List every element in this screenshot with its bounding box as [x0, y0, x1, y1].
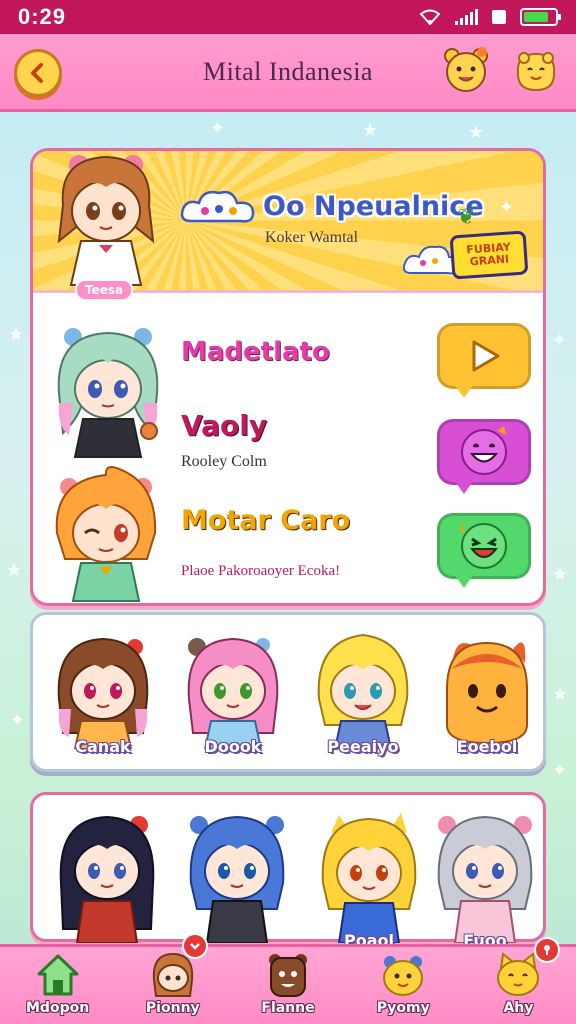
- nav-item-cat[interactable]: Ahy: [461, 937, 576, 1024]
- character-card[interactable]: Peeaiyo: [303, 629, 423, 769]
- chevron-down-icon: [190, 943, 201, 950]
- home-icon: [37, 954, 79, 996]
- main-menu-card: Teesa Oo Npeualnice Koker Wamtal FUBIAY …: [30, 148, 546, 606]
- app-header: Mital Indanesia: [0, 34, 576, 112]
- menu-row-motar-caro[interactable]: Motar Caro Plaoe Pakoroaoyer Ecoka!: [33, 466, 543, 602]
- status-time: 0:29: [18, 4, 67, 29]
- orange-hair-boy-avatar: [55, 466, 157, 602]
- bear-icon: [269, 954, 307, 997]
- status-icons: [419, 8, 561, 26]
- bear-mascot-icon[interactable]: [440, 44, 492, 96]
- sparkle-icon: ✦: [552, 760, 568, 781]
- sparkle-icon: ★: [8, 324, 25, 345]
- character-strip-1: Canak Doook Peeaiyo Eoebol: [30, 612, 546, 772]
- plant-icon: ❦: [457, 205, 476, 230]
- play-icon: [472, 340, 500, 372]
- sparkle-icon: ★: [6, 560, 23, 581]
- nav-item-home[interactable]: Mdopon: [0, 947, 115, 1024]
- sparkle-icon: ✦: [552, 330, 568, 351]
- notification-badge: [182, 933, 209, 959]
- chevron-left-icon: [31, 63, 43, 83]
- pink-hair-chibi-avatar: [187, 637, 279, 750]
- nav-item-character[interactable]: Pionny: [115, 933, 230, 1024]
- back-button[interactable]: [14, 49, 62, 97]
- play-button[interactable]: [437, 323, 531, 398]
- menu-row-subtitle: Plaoe Pakoroaoyer Ecoka!: [181, 563, 341, 579]
- nav-label: Pyomy: [376, 1000, 430, 1016]
- sparkle-icon: ★: [552, 564, 569, 585]
- laughing-face-icon: [460, 523, 507, 569]
- character-card[interactable]: [47, 809, 167, 949]
- sparkle-icon: ✦: [10, 710, 26, 731]
- chat-button-purple[interactable]: [437, 419, 531, 494]
- sparkle-icon: ★: [552, 684, 569, 705]
- chick-mascot-icon[interactable]: [510, 44, 562, 96]
- chick-icon: [383, 956, 424, 996]
- blonde-hair-chibi-avatar: [317, 633, 409, 750]
- smiley-icon: [461, 427, 507, 475]
- stop-icon: [492, 10, 506, 24]
- chat-button-green[interactable]: [437, 513, 531, 588]
- character-card[interactable]: Canak: [43, 629, 163, 769]
- character-label: Doook: [204, 737, 262, 756]
- brown-hair-girl-avatar: [57, 155, 155, 286]
- nav-item-bear[interactable]: Flanne: [230, 947, 345, 1024]
- promo-badge[interactable]: FUBIAY GRANI: [449, 230, 529, 280]
- page-title: Mital Indanesia: [203, 56, 373, 86]
- character-label: Canak: [75, 737, 131, 756]
- character-card[interactable]: Fuoo: [425, 809, 545, 950]
- character-card[interactable]: Eoebol: [427, 629, 547, 769]
- character-label: Peeaiyo: [327, 737, 399, 756]
- promo-line-2: GRANI: [469, 252, 510, 269]
- menu-row-title: Motar Caro: [181, 505, 351, 536]
- dark-hair-chibi-avatar: [59, 815, 155, 944]
- cloud-logo-icon: [180, 190, 255, 223]
- row-title-text: Madetlato: [181, 337, 330, 367]
- nav-label: Pionny: [145, 1000, 200, 1016]
- banner-title: Oo Npeualnice: [263, 191, 484, 222]
- menu-row-title: Vaoly: [181, 409, 268, 442]
- sparkle-icon: ✦: [210, 118, 226, 139]
- nav-label: Mdopon: [26, 1000, 90, 1016]
- character-card[interactable]: Poaol: [309, 809, 429, 950]
- wifi-icon: [419, 9, 441, 25]
- silver-hair-chibi-avatar: [437, 815, 533, 944]
- sparkle-icon: ✦: [499, 197, 515, 218]
- yellow-hair-chibi-avatar: [321, 813, 417, 944]
- event-banner[interactable]: Teesa Oo Npeualnice Koker Wamtal FUBIAY …: [33, 151, 543, 301]
- sparkle-icon: ★: [468, 122, 485, 143]
- status-bar: 0:29: [0, 0, 576, 34]
- menu-row-title: Madetlato: [181, 337, 330, 367]
- character-strip-2: Poaol Fuoo: [30, 792, 546, 950]
- battery-icon: [520, 8, 561, 26]
- sparkle-icon: ★: [362, 120, 379, 141]
- character-card[interactable]: [177, 809, 297, 949]
- character-label: Eoebol: [456, 737, 518, 756]
- signal-icon: [455, 9, 478, 25]
- menu-row-madetlato[interactable]: Madetlato: [33, 293, 543, 458]
- menu-row-subtitle: Rooley Colm: [181, 453, 267, 470]
- nav-label: Ahy: [503, 1000, 534, 1016]
- notification-badge: [534, 937, 561, 963]
- nav-item-chick[interactable]: Pyomy: [346, 947, 461, 1024]
- brown-hair-chibi-avatar: [57, 637, 149, 750]
- banner-subtitle: Koker Wamtal: [265, 229, 359, 246]
- bottom-nav: Mdopon Pionny Flanne Pyomy Ahy: [0, 933, 576, 1024]
- nav-label: Flanne: [261, 1000, 315, 1016]
- blue-hair-chibi-avatar: [189, 815, 285, 944]
- orange-creature-avatar: [446, 641, 528, 745]
- pin-icon: [544, 945, 551, 955]
- character-card[interactable]: Doook: [173, 629, 293, 769]
